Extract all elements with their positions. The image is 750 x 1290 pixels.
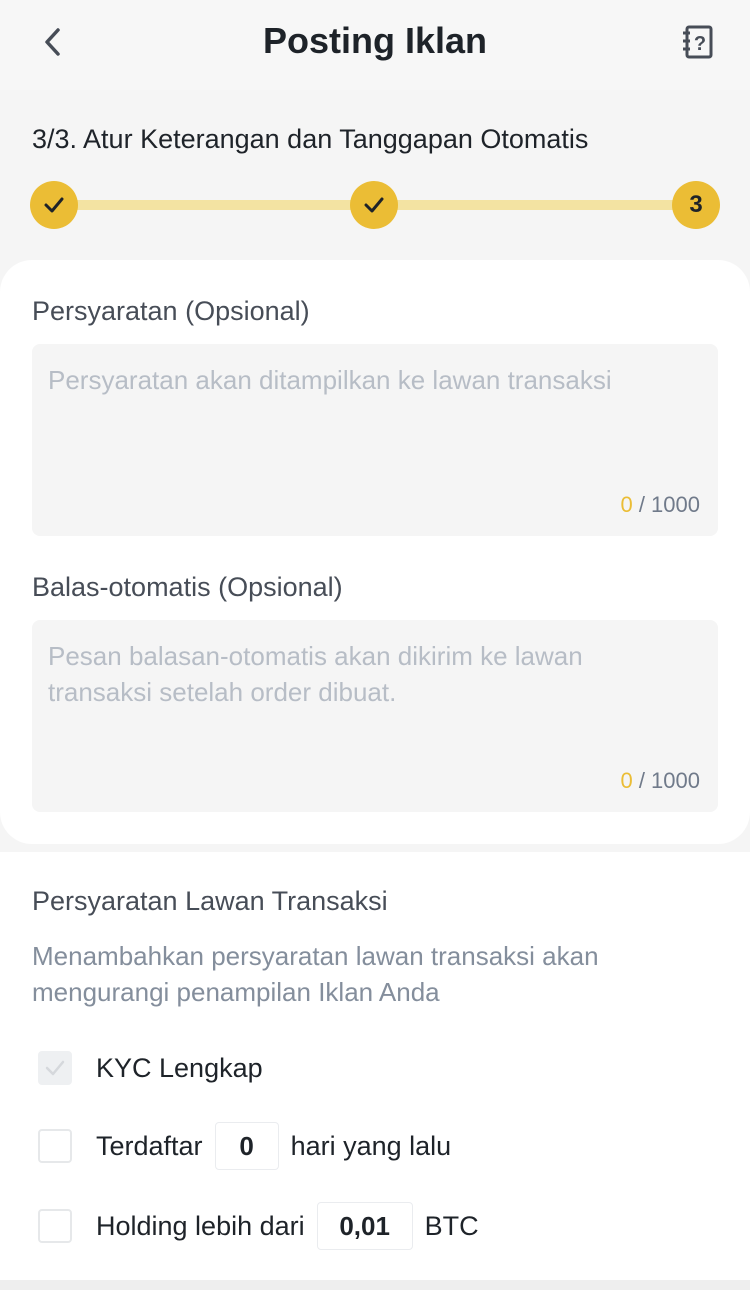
- terms-char-count: 0: [620, 492, 633, 517]
- step-connector-1: [54, 200, 374, 210]
- counterparty-title: Persyaratan Lawan Transaksi: [32, 886, 388, 916]
- holding-suffix: BTC: [424, 1210, 479, 1241]
- help-guide-icon: ?: [683, 25, 713, 59]
- holding-prefix: Holding lebih dari: [96, 1210, 305, 1241]
- holding-checkbox[interactable]: [38, 1209, 72, 1243]
- remarks-card: Persyaratan (Opsional) Persyaratan akan …: [0, 260, 750, 844]
- help-glyph: ?: [694, 33, 706, 55]
- registered-option: Terdaftar 0 hari yang lalu: [38, 1122, 452, 1170]
- registered-checkbox[interactable]: [38, 1129, 72, 1163]
- counterparty-requirements-section: Persyaratan Lawan Transaksi Menambahkan …: [0, 852, 750, 1280]
- check-icon: [44, 197, 64, 213]
- step-title: 3/3. Atur Keterangan dan Tanggapan Otoma…: [32, 124, 589, 154]
- step-3-current: 3: [672, 181, 720, 229]
- auto-reply-char-count: 0: [620, 768, 633, 793]
- kyc-option: KYC Lengkap: [38, 1046, 263, 1090]
- auto-reply-placeholder: Pesan balasan-otomatis akan dikirim ke l…: [48, 641, 583, 707]
- registered-suffix: hari yang lalu: [290, 1130, 452, 1161]
- step-1-done: [30, 181, 78, 229]
- auto-reply-textarea[interactable]: Pesan balasan-otomatis akan dikirim ke l…: [32, 620, 718, 812]
- terms-textarea[interactable]: Persyaratan akan ditampilkan ke lawan tr…: [32, 344, 718, 536]
- holding-amount-input[interactable]: 0,01: [316, 1202, 413, 1250]
- auto-reply-char-counter: 0 / 1000: [620, 768, 700, 794]
- page-title: Posting Iklan: [262, 20, 488, 61]
- help-guide-button[interactable]: ?: [682, 24, 714, 60]
- auto-reply-label: Balas-otomatis (Opsional): [32, 572, 343, 602]
- kyc-label: KYC Lengkap: [96, 1052, 263, 1083]
- holding-option: Holding lebih dari 0,01 BTC: [38, 1202, 479, 1250]
- check-icon: [45, 1060, 65, 1076]
- top-bar: Posting Iklan ?: [0, 0, 750, 90]
- terms-label: Persyaratan (Opsional): [32, 296, 310, 326]
- progress-stepper: 3: [0, 175, 750, 235]
- registered-days-input[interactable]: 0: [214, 1122, 279, 1170]
- bottom-divider: [0, 1280, 750, 1290]
- auto-reply-char-limit: / 1000: [632, 768, 700, 793]
- terms-placeholder: Persyaratan akan ditampilkan ke lawan tr…: [48, 365, 612, 395]
- step-connector-2: [374, 200, 696, 210]
- registered-prefix: Terdaftar: [96, 1130, 203, 1161]
- kyc-checkbox[interactable]: [38, 1051, 72, 1085]
- terms-char-counter: 0 / 1000: [620, 492, 700, 518]
- counterparty-description: Menambahkan persyaratan lawan transaksi …: [32, 941, 599, 1007]
- check-icon: [364, 197, 384, 213]
- terms-char-limit: / 1000: [632, 492, 700, 517]
- step-2-done: [350, 181, 398, 229]
